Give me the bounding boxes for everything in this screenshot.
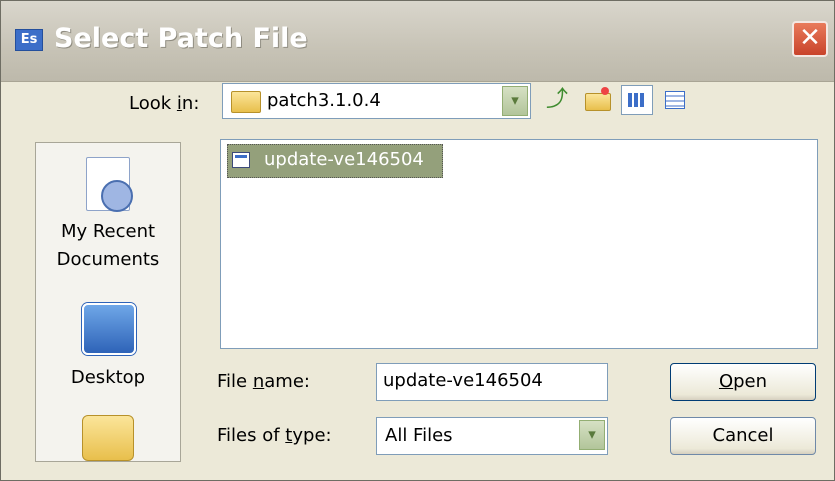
new-folder-icon[interactable]: [581, 85, 613, 115]
file-type-value: All Files: [385, 425, 453, 446]
chevron-down-icon[interactable]: ▾: [579, 420, 605, 450]
file-icon: [232, 152, 250, 168]
details-view-icon[interactable]: [659, 85, 691, 115]
title-bar[interactable]: Es Select Patch File ✕: [1, 1, 834, 82]
file-type-dropdown[interactable]: All Files ▾: [376, 417, 608, 455]
places-bar: My Recent Documents Desktop: [35, 142, 181, 462]
select-patch-file-dialog: Es Select Patch File ✕ Look in: patch3.1…: [0, 0, 835, 481]
places-item-label: Documents: [56, 249, 160, 270]
file-name-label: File name:: [217, 371, 310, 392]
file-type-label: Files of type:: [217, 425, 332, 446]
file-item-name: update-ve146504: [264, 149, 424, 170]
views-icon[interactable]: [621, 85, 653, 115]
places-item-label: My Recent: [60, 221, 156, 242]
file-list[interactable]: update-ve146504: [220, 139, 818, 349]
up-folder-icon[interactable]: ⤴: [541, 85, 573, 115]
my-documents-icon: [82, 415, 134, 461]
cancel-button[interactable]: Cancel: [670, 417, 816, 455]
places-item-label: Desktop: [70, 367, 146, 388]
folder-icon: [231, 91, 261, 113]
desktop-icon: [82, 303, 136, 355]
file-name-input[interactable]: update-ve146504: [376, 363, 608, 401]
window-title: Select Patch File: [54, 23, 308, 54]
list-item[interactable]: update-ve146504: [227, 144, 443, 178]
look-in-label: Look in:: [129, 93, 200, 114]
look-in-dropdown[interactable]: patch3.1.0.4 ▾: [222, 83, 531, 119]
open-button[interactable]: Open: [670, 363, 816, 401]
recent-documents-icon: [86, 157, 133, 212]
close-button[interactable]: ✕: [792, 21, 828, 57]
chevron-down-icon[interactable]: ▾: [502, 86, 528, 116]
look-in-value: patch3.1.0.4: [267, 90, 381, 111]
application-icon: Es: [15, 29, 43, 51]
